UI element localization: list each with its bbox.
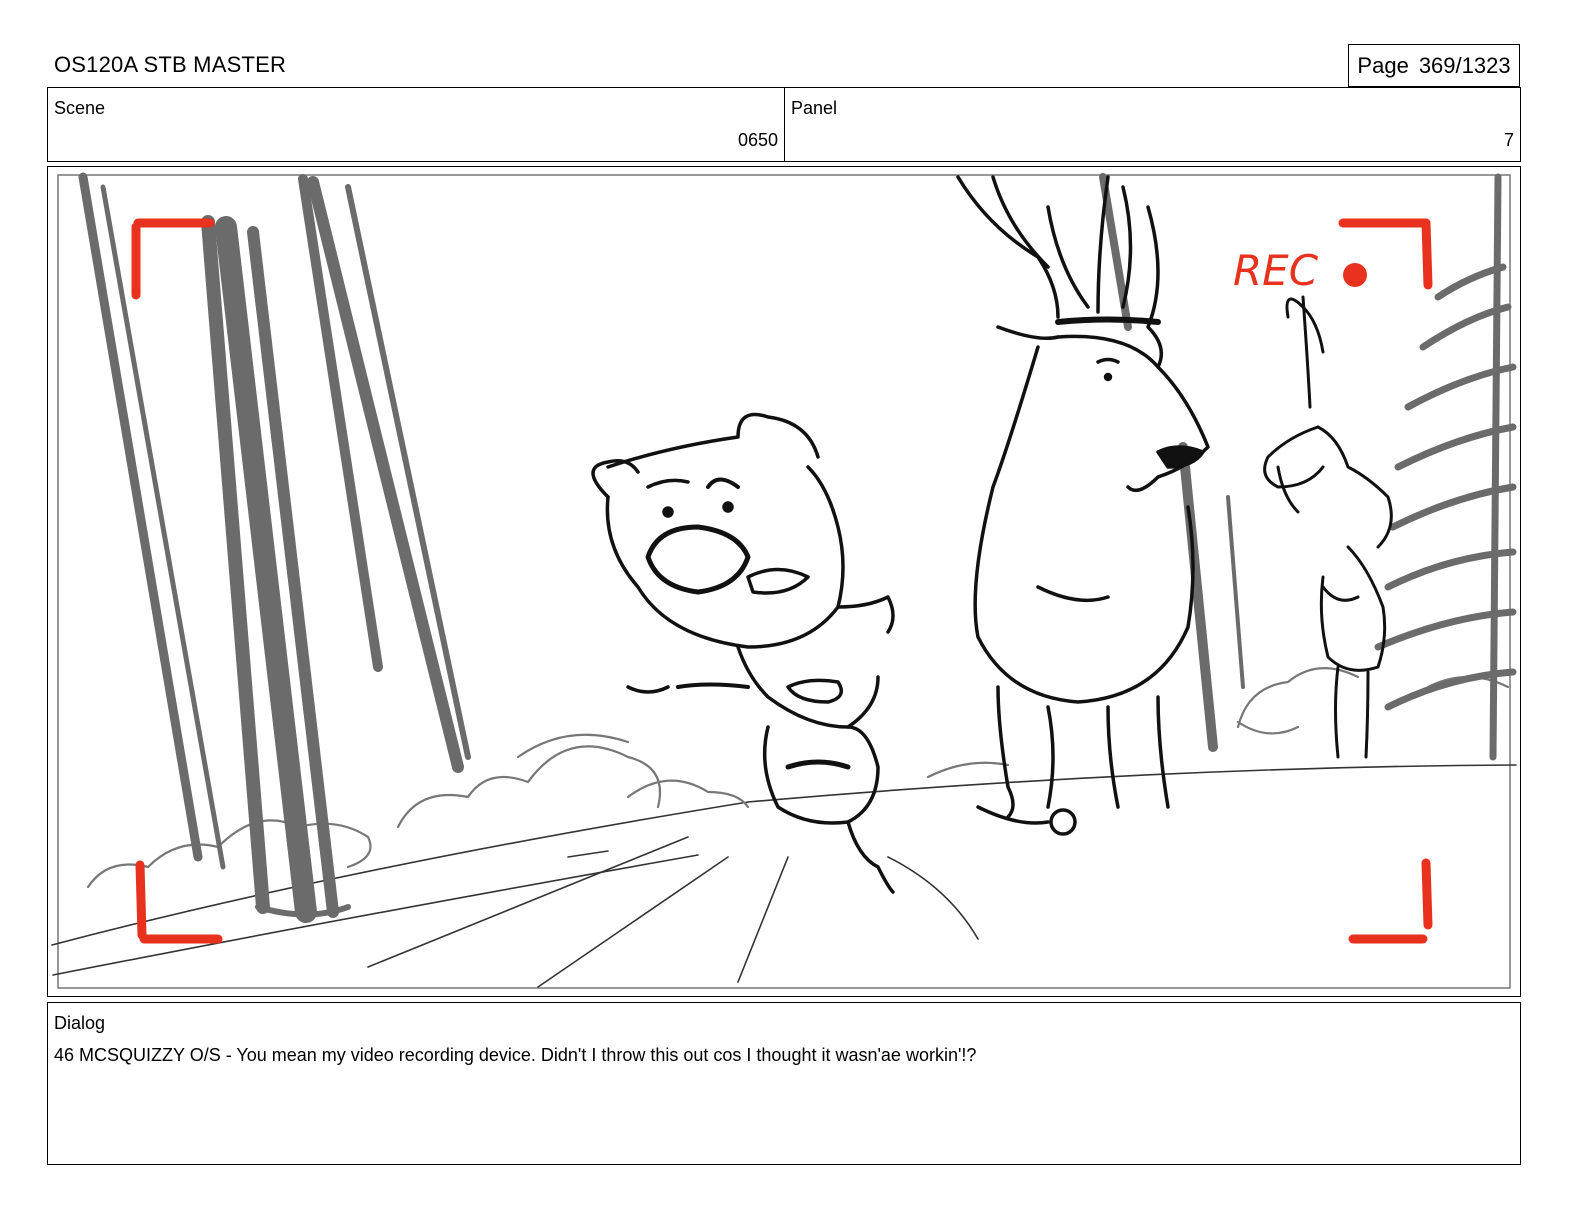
panel-label: Panel bbox=[791, 98, 838, 118]
dialog-label: Dialog bbox=[54, 1013, 106, 1033]
panel-number: 7 bbox=[1503, 130, 1514, 150]
page-label: Page bbox=[1357, 52, 1409, 78]
scene-panel-row: Scene 0650 Panel 7 bbox=[47, 87, 1521, 162]
document-title: OS120A STB MASTER bbox=[54, 52, 287, 77]
scene-cell: Scene 0650 bbox=[48, 88, 785, 161]
scene-label: Scene bbox=[54, 98, 106, 118]
dialog-text: 46 MCSQUIZZY O/S - You mean my video rec… bbox=[54, 1045, 977, 1065]
rec-label: REC bbox=[1233, 246, 1319, 295]
storyboard-sketch: REC bbox=[51, 172, 1517, 989]
ground-lines bbox=[51, 764, 1517, 988]
page-indicator: Page 369/1323 bbox=[1348, 44, 1520, 87]
panel-cell: Panel 7 bbox=[785, 88, 1520, 161]
storyboard-panel: REC bbox=[47, 166, 1521, 997]
page-number: 369/1323 bbox=[1418, 52, 1511, 78]
tree-trunks-left bbox=[78, 172, 471, 923]
dialog-box: Dialog 46 MCSQUIZZY O/S - You mean my vi… bbox=[47, 1002, 1521, 1165]
stag-character bbox=[956, 175, 1210, 836]
pine-tree bbox=[1374, 173, 1517, 761]
record-dot-icon bbox=[1343, 263, 1367, 287]
goat-character bbox=[1263, 295, 1393, 759]
scene-number: 0650 bbox=[737, 130, 778, 150]
